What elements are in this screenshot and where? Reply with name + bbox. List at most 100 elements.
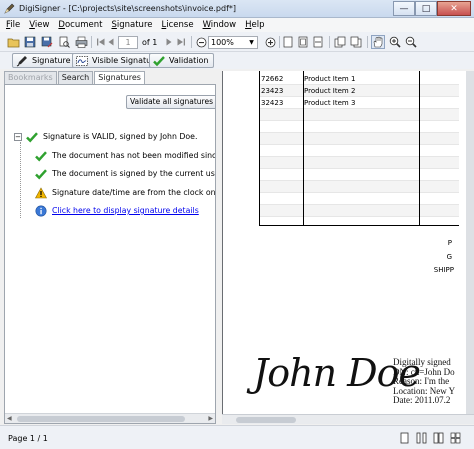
signature-tree-item[interactable]: The document is signed by the current us… xyxy=(35,167,216,180)
pen-icon xyxy=(16,55,28,67)
document-horizontal-scrollbar[interactable] xyxy=(222,414,474,424)
table-row xyxy=(259,133,459,145)
continuous-facing-view-icon[interactable] xyxy=(449,431,462,444)
valid-checkmark-icon xyxy=(35,168,47,180)
valid-checkmark-icon xyxy=(35,150,47,162)
menu-help[interactable]: Help xyxy=(239,18,267,32)
tab-search[interactable]: Search xyxy=(57,71,94,84)
page-number-input[interactable]: 1 xyxy=(118,36,138,49)
rotate-right-icon[interactable] xyxy=(349,35,363,49)
menu-document[interactable]: Document xyxy=(52,18,105,32)
scroll-right-icon[interactable]: ▶ xyxy=(208,415,213,422)
toolbar-separator xyxy=(279,36,280,48)
panel-tabs: Bookmarks Search Signatures xyxy=(4,71,146,85)
menu-view[interactable]: View xyxy=(23,18,52,32)
tree-connector xyxy=(20,142,21,218)
menu-signature[interactable]: Signature xyxy=(105,18,155,32)
save-as-icon[interactable] xyxy=(40,35,54,49)
table-row xyxy=(259,181,459,193)
fit-width-icon[interactable] xyxy=(311,35,325,49)
table-column-divider xyxy=(303,71,304,225)
chevron-down-icon: ▼ xyxy=(249,39,254,46)
document-vertical-scrollbar[interactable] xyxy=(466,71,474,424)
menu-window[interactable]: Window xyxy=(197,18,240,32)
menu-file[interactable]: File xyxy=(0,18,23,32)
previous-page-icon[interactable] xyxy=(104,35,118,49)
table-row xyxy=(259,169,459,181)
rotate-left-icon[interactable] xyxy=(333,35,347,49)
pdf-page: 72662 Product Item 1 23423 Product Item … xyxy=(222,71,466,424)
page-status: Page 1 / 1 xyxy=(8,434,48,443)
signature-toolbar: Signature Visible Signature Validation xyxy=(0,52,474,69)
actual-size-icon[interactable] xyxy=(281,35,295,49)
item-id: 72662 xyxy=(261,75,284,83)
validation-button-label: Validation xyxy=(169,56,209,65)
tab-signatures[interactable]: Signatures xyxy=(94,71,145,85)
menu-license[interactable]: License xyxy=(156,18,197,32)
info-icon xyxy=(35,205,47,217)
not-modified-label: The document has not been modified since… xyxy=(52,151,216,160)
digisigner-pen-icon xyxy=(4,3,15,14)
maximize-button[interactable]: □ xyxy=(415,1,437,16)
signatures-panel: Bookmarks Search Signatures Validate all… xyxy=(4,71,216,424)
menu-bar: File View Document Signature License Win… xyxy=(0,18,474,32)
single-page-view-icon[interactable] xyxy=(398,431,411,444)
table-row xyxy=(259,157,459,169)
signature-detail-line: Date: 2011.07.2 xyxy=(393,395,451,405)
signature-button[interactable]: Signature xyxy=(12,53,76,68)
facing-pages-view-icon[interactable] xyxy=(432,431,445,444)
scrollbar-thumb[interactable] xyxy=(17,416,185,422)
document-viewer[interactable]: 72662 Product Item 1 23423 Product Item … xyxy=(222,71,474,424)
fit-page-icon[interactable] xyxy=(296,35,310,49)
table-row: 23423 Product Item 2 xyxy=(259,85,459,97)
collapse-icon[interactable]: − xyxy=(14,132,22,141)
table-border-left xyxy=(259,71,260,225)
print-icon[interactable] xyxy=(74,35,88,49)
validation-button[interactable]: Validation xyxy=(149,53,214,68)
visible-signature-icon xyxy=(76,55,88,67)
zoom-dropdown[interactable]: 100% ▼ xyxy=(208,36,258,49)
checkmark-icon xyxy=(153,55,165,67)
signature-tree-item[interactable]: Click here to display signature details xyxy=(35,204,199,217)
open-folder-icon[interactable] xyxy=(6,35,20,49)
table-row xyxy=(259,205,459,217)
signature-details-link[interactable]: Click here to display signature details xyxy=(52,206,199,215)
page-count-label: of 1 xyxy=(142,38,158,47)
title-bar: DigiSigner - [C:\projects\site\screensho… xyxy=(0,0,474,18)
print-preview-icon[interactable] xyxy=(57,35,71,49)
last-page-icon[interactable] xyxy=(174,35,188,49)
warning-icon xyxy=(35,186,47,199)
panel-horizontal-scrollbar[interactable]: ◀ ▶ xyxy=(5,413,215,423)
total-label: P xyxy=(447,239,452,247)
item-name: Product Item 2 xyxy=(304,87,356,95)
table-row xyxy=(259,145,459,157)
zoom-tool-icon[interactable] xyxy=(388,35,402,49)
save-icon[interactable] xyxy=(23,35,37,49)
validate-all-signatures-button[interactable]: Validate all signatures xyxy=(126,95,215,109)
signature-status-label: Signature is VALID, signed by John Doe. xyxy=(43,132,198,141)
signed-by-current-user-label: The document is signed by the current us… xyxy=(52,169,216,178)
scroll-left-icon[interactable]: ◀ xyxy=(7,415,12,422)
clock-warning-label: Signature date/time are from the clock o… xyxy=(52,188,216,197)
close-button[interactable]: ✕ xyxy=(437,1,471,16)
signature-tree-root[interactable]: − Signature is VALID, signed by John Doe… xyxy=(14,130,197,143)
signatures-pane: Validate all signatures − Signature is V… xyxy=(4,84,216,424)
table-border-bottom xyxy=(259,225,459,226)
scrollbar-thumb[interactable] xyxy=(236,417,296,423)
zoom-out-tool-icon[interactable] xyxy=(404,35,418,49)
digital-signature-details: Digitally signed DN: cn=John Do Reason: … xyxy=(393,357,455,406)
toolbar-separator xyxy=(191,36,192,48)
hand-tool-icon[interactable] xyxy=(371,35,385,49)
signature-tree-item[interactable]: The document has not been modified since… xyxy=(35,149,216,162)
shipping-label: SHIPP xyxy=(433,266,454,274)
main-toolbar: 1 of 1 100% ▼ xyxy=(0,32,474,52)
zoom-in-icon[interactable] xyxy=(263,35,277,49)
table-row: 32423 Product Item 3 xyxy=(259,97,459,109)
zoom-out-icon[interactable] xyxy=(194,35,208,49)
toolbar-separator xyxy=(329,36,330,48)
continuous-view-icon[interactable] xyxy=(415,431,428,444)
minimize-button[interactable]: — xyxy=(393,1,415,16)
toolbar-separator xyxy=(91,36,92,48)
tab-bookmarks[interactable]: Bookmarks xyxy=(4,71,57,84)
signature-tree-item[interactable]: Signature date/time are from the clock o… xyxy=(35,186,216,199)
